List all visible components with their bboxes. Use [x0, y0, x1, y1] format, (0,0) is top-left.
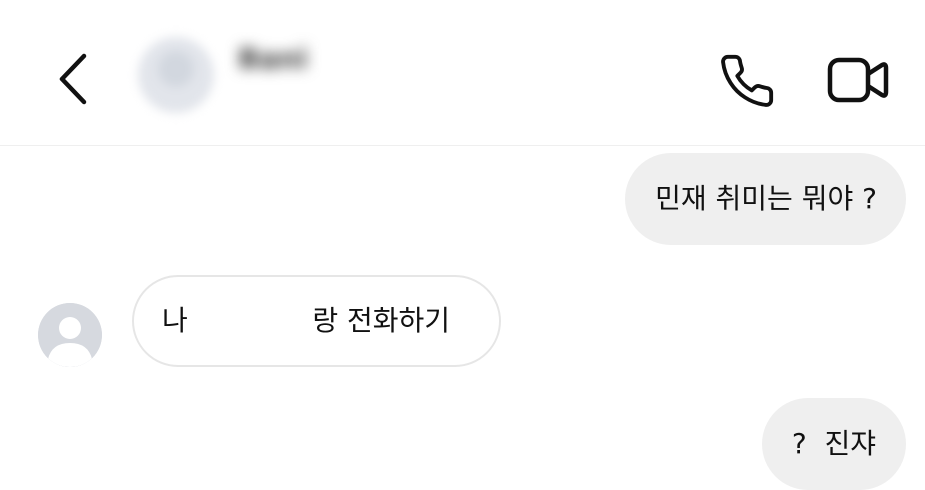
voice-call-button[interactable] [718, 52, 776, 110]
person-icon [38, 303, 102, 367]
chat-header: Bani [0, 0, 925, 146]
incoming-message[interactable]: 나 랑 전화하기 [132, 275, 501, 367]
contact-avatar[interactable] [138, 37, 214, 113]
outgoing-message[interactable]: 민재 취미는 뭐야 ? [625, 153, 906, 245]
video-call-button[interactable] [826, 55, 890, 105]
contact-name[interactable]: Bani [238, 42, 308, 75]
chevron-left-icon [50, 50, 96, 108]
phone-icon [718, 52, 776, 110]
back-button[interactable] [50, 50, 96, 108]
sender-avatar[interactable] [38, 303, 102, 367]
outgoing-message[interactable]: ? 진쟈 [761, 398, 906, 490]
video-camera-icon [826, 55, 890, 105]
